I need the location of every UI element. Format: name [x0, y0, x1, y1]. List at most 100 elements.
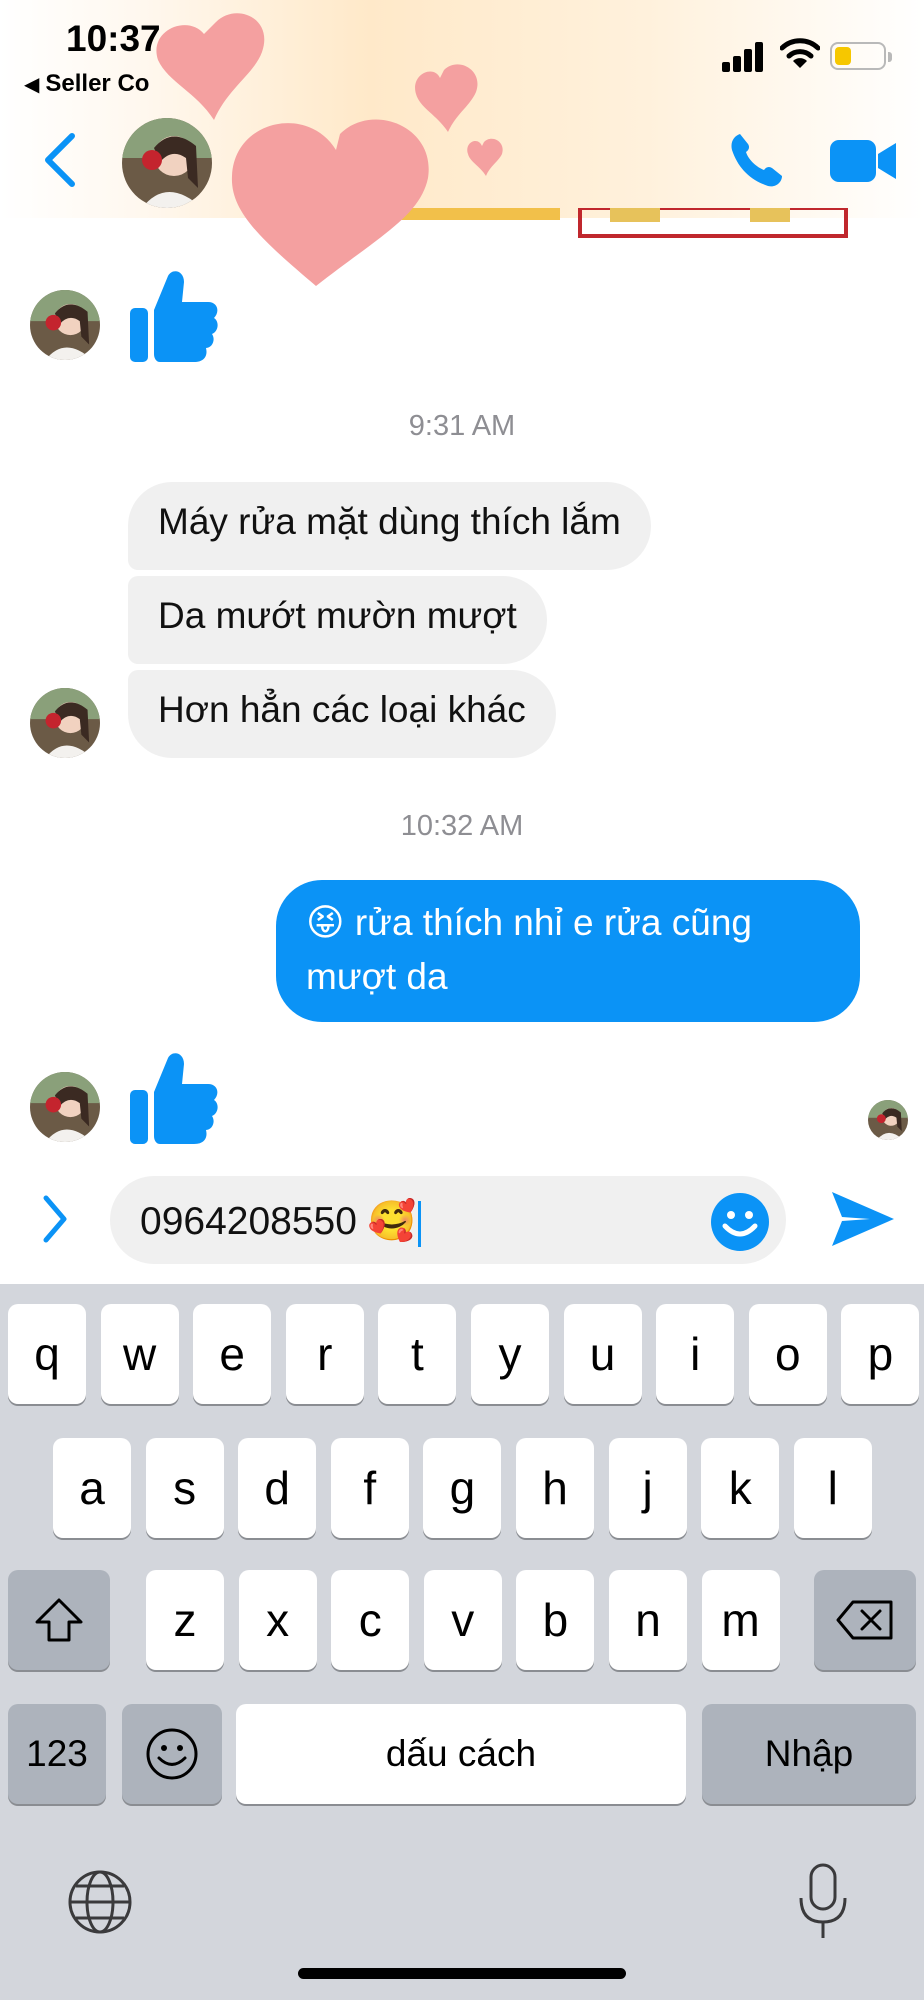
- message-input[interactable]: 0964208550 🥰: [110, 1176, 786, 1264]
- key-label: d: [264, 1462, 290, 1514]
- key-f[interactable]: f: [330, 1438, 409, 1538]
- key-label: e: [219, 1328, 245, 1380]
- key-c[interactable]: c: [331, 1570, 410, 1670]
- key-r[interactable]: r: [285, 1304, 364, 1404]
- thumbs-up-icon[interactable]: [128, 268, 218, 364]
- wifi-icon: [780, 38, 820, 68]
- key-label: a: [79, 1462, 105, 1514]
- key-y[interactable]: y: [471, 1304, 549, 1404]
- shift-key[interactable]: [8, 1570, 110, 1670]
- key-label: s: [173, 1462, 197, 1514]
- outgoing-message-line: mượt da: [306, 956, 448, 997]
- microphone-icon[interactable]: [796, 1862, 850, 1942]
- message-input-text: 0964208550 🥰: [140, 1200, 417, 1243]
- battery-level: [835, 47, 851, 65]
- key-d[interactable]: d: [238, 1438, 317, 1538]
- key-h[interactable]: h: [516, 1438, 594, 1538]
- key-w[interactable]: w: [100, 1304, 179, 1404]
- key-e[interactable]: e: [193, 1304, 272, 1404]
- incoming-message[interactable]: Hơn hẳn các loại khác: [128, 670, 556, 758]
- space-key[interactable]: dấu cách: [236, 1704, 686, 1804]
- key-x[interactable]: x: [238, 1570, 317, 1670]
- key-i[interactable]: i: [656, 1304, 735, 1404]
- key-label: v: [451, 1594, 475, 1646]
- space-key-label: dấu cách: [385, 1733, 537, 1774]
- key-m[interactable]: m: [701, 1570, 780, 1670]
- numbers-key-label: 123: [26, 1733, 88, 1774]
- seen-receipt-avatar: [868, 1100, 908, 1140]
- contact-avatar[interactable]: [122, 118, 212, 208]
- key-g[interactable]: g: [423, 1438, 502, 1538]
- scrolled-content-peek: [400, 208, 848, 238]
- key-v[interactable]: v: [423, 1570, 502, 1670]
- contact-avatar-small[interactable]: [30, 290, 100, 360]
- back-chevron-icon[interactable]: [40, 132, 80, 188]
- key-label: w: [122, 1328, 157, 1380]
- key-z[interactable]: z: [146, 1570, 224, 1670]
- key-k[interactable]: k: [701, 1438, 780, 1538]
- back-app-label: Seller Co: [45, 70, 150, 97]
- key-label: g: [449, 1462, 476, 1514]
- key-label: n: [635, 1594, 661, 1646]
- back-to-app-link[interactable]: ◀ Seller Co: [24, 70, 149, 98]
- key-label: u: [589, 1328, 616, 1380]
- key-label: t: [411, 1328, 424, 1380]
- key-q[interactable]: q: [8, 1304, 86, 1404]
- video-camera-icon[interactable]: [830, 138, 898, 184]
- backspace-key[interactable]: [814, 1570, 916, 1670]
- key-n[interactable]: n: [609, 1570, 687, 1670]
- key-a[interactable]: a: [53, 1438, 131, 1538]
- timestamp: 9:31 AM: [408, 410, 516, 442]
- thumbs-up-icon[interactable]: [128, 1050, 218, 1146]
- key-o[interactable]: o: [748, 1304, 827, 1404]
- smiley-icon[interactable]: [710, 1192, 770, 1252]
- emoji-face-icon: [146, 1728, 198, 1780]
- return-key[interactable]: Nhập: [702, 1704, 916, 1804]
- key-j[interactable]: j: [608, 1438, 687, 1538]
- key-label: r: [317, 1328, 333, 1380]
- key-label: m: [721, 1594, 760, 1646]
- text-cursor: [418, 1200, 422, 1247]
- contact-avatar-small[interactable]: [30, 688, 100, 758]
- outgoing-message-line: rửa thích nhỉ e rửa cũng: [354, 902, 752, 943]
- key-label: p: [867, 1328, 894, 1380]
- phone-icon[interactable]: [726, 130, 786, 190]
- key-t[interactable]: t: [378, 1304, 457, 1404]
- return-key-label: Nhập: [764, 1733, 854, 1774]
- home-indicator: [298, 1968, 626, 1979]
- shift-arrow-icon: [35, 1598, 83, 1642]
- numbers-key[interactable]: 123: [8, 1704, 106, 1804]
- key-u[interactable]: u: [563, 1304, 642, 1404]
- backspace-icon: [836, 1600, 893, 1640]
- key-s[interactable]: s: [145, 1438, 224, 1538]
- key-label: c: [358, 1594, 382, 1646]
- key-label: x: [266, 1594, 290, 1646]
- key-label: b: [542, 1594, 569, 1646]
- key-l[interactable]: l: [793, 1438, 872, 1538]
- outgoing-message[interactable]: 😝 rửa thích nhỉ e rửa cũng mượt da: [276, 880, 860, 1022]
- back-triangle-icon: ◀: [24, 74, 40, 96]
- incoming-message[interactable]: Máy rửa mặt dùng thích lắm: [128, 482, 651, 570]
- chevron-right-icon[interactable]: [40, 1194, 70, 1244]
- key-p[interactable]: p: [841, 1304, 920, 1404]
- incoming-message[interactable]: Da mướt mườn mượt: [128, 576, 547, 664]
- key-b[interactable]: b: [516, 1570, 595, 1670]
- squinting-tongue-emoji: 😝: [306, 902, 345, 943]
- contact-name[interactable]: uy: [372, 144, 419, 189]
- on-screen-keyboard: q w e r t y u i o p a s d f g h j k l z x c v b n m 123 dấu các…: [0, 1284, 924, 2000]
- battery-icon: [830, 42, 892, 70]
- key-label: j: [642, 1462, 653, 1514]
- key-label: o: [775, 1328, 801, 1380]
- key-label: k: [728, 1462, 752, 1514]
- send-icon[interactable]: [830, 1188, 896, 1250]
- emoji-key[interactable]: [122, 1704, 222, 1804]
- key-label: f: [363, 1462, 377, 1514]
- key-label: l: [827, 1462, 838, 1514]
- key-label: q: [34, 1328, 60, 1380]
- key-label: i: [690, 1328, 701, 1380]
- key-label: y: [498, 1328, 522, 1380]
- key-label: z: [173, 1594, 197, 1646]
- globe-icon[interactable]: [66, 1868, 134, 1936]
- timestamp: 10:32 AM: [400, 810, 524, 842]
- contact-avatar-small[interactable]: [30, 1072, 100, 1142]
